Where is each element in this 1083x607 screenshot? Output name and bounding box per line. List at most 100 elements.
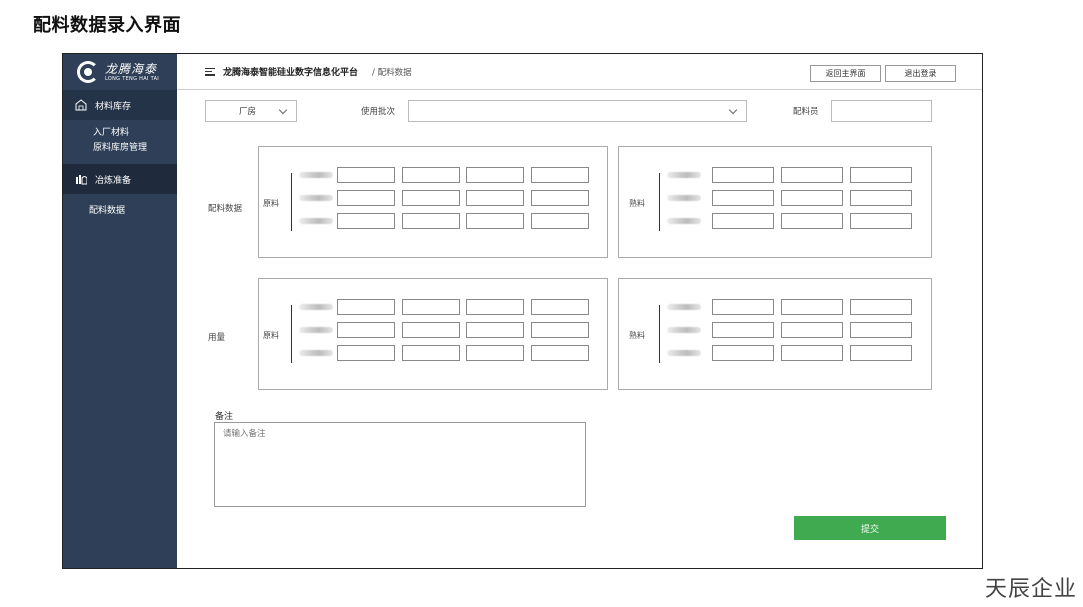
notes-label: 备注 (215, 412, 234, 422)
value-input[interactable] (850, 322, 912, 338)
panel-usage-raw: 原料 (258, 278, 608, 390)
blurred-item-label (299, 172, 333, 178)
value-input[interactable] (781, 299, 843, 315)
value-input[interactable] (712, 345, 774, 361)
back-to-main-button[interactable]: 返回主界面 (810, 65, 881, 82)
value-input[interactable] (781, 190, 843, 206)
blurred-item-label (299, 304, 333, 310)
nav-group-inventory: 材料库存 入厂材料 原料库房管理 (63, 90, 177, 164)
value-input[interactable] (466, 213, 524, 229)
value-input[interactable] (850, 213, 912, 229)
value-input[interactable] (466, 167, 524, 183)
blurred-item-label (299, 218, 333, 224)
chevron-down-icon (728, 105, 738, 115)
operator-input[interactable] (831, 100, 932, 122)
value-input[interactable] (337, 167, 395, 183)
panel-usage-cooked: 熟料 (618, 278, 932, 390)
section-batching-label: 配料数据 (208, 204, 243, 214)
notes-textarea[interactable] (214, 422, 586, 507)
blurred-item-label (667, 350, 701, 356)
panel-batching-raw: 原料 (258, 146, 608, 258)
sidebar-item-batching-data[interactable]: 配料数据 (63, 204, 177, 219)
value-input[interactable] (530, 190, 589, 206)
value-input[interactable] (466, 345, 524, 361)
value-input[interactable] (850, 345, 912, 361)
warehouse-icon (75, 99, 87, 111)
page-caption: 配料数据录入界面 (33, 15, 181, 36)
section-usage-label: 用量 (208, 333, 226, 343)
blurred-item-label (667, 172, 701, 178)
nav-head-inventory-label: 材料库存 (95, 101, 132, 112)
value-input[interactable] (337, 213, 395, 229)
value-input[interactable] (781, 322, 843, 338)
logo-name: 龙腾海泰 (105, 61, 158, 76)
logo-icon (77, 61, 99, 83)
value-input[interactable] (530, 167, 589, 183)
blurred-item-label (299, 327, 333, 333)
logout-button[interactable]: 退出登录 (885, 65, 956, 82)
blurred-item-label (299, 195, 333, 201)
plant-select[interactable]: 厂房 (205, 100, 297, 122)
value-input[interactable] (781, 213, 843, 229)
value-input[interactable] (337, 299, 395, 315)
panel-batching-cooked: 熟料 (618, 146, 932, 258)
value-input[interactable] (401, 322, 460, 338)
value-input[interactable] (466, 322, 524, 338)
value-input[interactable] (850, 190, 912, 206)
value-input[interactable] (850, 299, 912, 315)
nav-head-inventory[interactable]: 材料库存 (63, 90, 177, 120)
value-input[interactable] (530, 213, 589, 229)
blurred-item-label (667, 195, 701, 201)
value-input[interactable] (401, 190, 460, 206)
logo-subtitle: LONG TENG HAI TAI (105, 75, 160, 82)
value-input[interactable] (337, 322, 395, 338)
submit-button[interactable]: 提交 (794, 516, 946, 540)
raw-material-label: 原料 (263, 331, 279, 340)
value-input[interactable] (337, 345, 395, 361)
value-input[interactable] (712, 190, 774, 206)
value-input[interactable] (401, 213, 460, 229)
menu-icon[interactable] (205, 67, 215, 76)
value-input[interactable] (401, 167, 460, 183)
cooked-material-label: 熟料 (629, 331, 645, 340)
chevron-down-icon (278, 105, 288, 115)
value-input[interactable] (401, 345, 460, 361)
value-input[interactable] (712, 299, 774, 315)
operator-label: 配料员 (793, 107, 819, 117)
blurred-item-label (667, 218, 701, 224)
value-input[interactable] (530, 299, 589, 315)
value-input[interactable] (712, 322, 774, 338)
batch-label: 使用批次 (361, 107, 396, 117)
value-input[interactable] (530, 345, 589, 361)
logo: 龙腾海泰 LONG TENG HAI TAI (63, 54, 177, 90)
value-input[interactable] (712, 213, 774, 229)
blurred-item-label (299, 350, 333, 356)
main-content: 厂房 使用批次 配料员 配料数据 用量 原料 熟料 原料 熟料 备注 请输入备注… (177, 90, 982, 568)
sidebar-item-raw-warehouse[interactable]: 原料库房管理 (63, 141, 177, 156)
platform-title: 龙腾海泰智能硅业数字信息化平台 (223, 68, 359, 78)
blurred-item-label (667, 327, 701, 333)
plant-select-value: 厂房 (239, 107, 257, 117)
app-window: 龙腾海泰 LONG TENG HAI TAI 材料库存 入厂材料 原料库房管理 (62, 53, 983, 569)
sidebar: 龙腾海泰 LONG TENG HAI TAI 材料库存 入厂材料 原料库房管理 (63, 54, 177, 568)
value-input[interactable] (466, 190, 524, 206)
sidebar-item-incoming-materials[interactable]: 入厂材料 (63, 126, 177, 141)
nav-head-smelting-label: 冶炼准备 (95, 175, 132, 186)
nav-head-smelting[interactable]: 冶炼准备 (63, 164, 177, 194)
value-input[interactable] (337, 190, 395, 206)
value-input[interactable] (781, 167, 843, 183)
nav-group-smelting: 冶炼准备 配料数据 (63, 164, 177, 219)
value-input[interactable] (850, 167, 912, 183)
value-input[interactable] (401, 299, 460, 315)
header: 龙腾海泰智能硅业数字信息化平台 / 配料数据 返回主界面 退出登录 (177, 54, 982, 90)
batch-select[interactable] (408, 100, 747, 122)
value-input[interactable] (781, 345, 843, 361)
value-input[interactable] (530, 322, 589, 338)
breadcrumb[interactable]: / 配料数据 (372, 66, 412, 78)
raw-material-label: 原料 (263, 199, 279, 208)
blurred-item-label (667, 304, 701, 310)
value-input[interactable] (466, 299, 524, 315)
watermark: 天辰企业 (984, 577, 1077, 602)
cooked-material-label: 熟料 (629, 199, 645, 208)
value-input[interactable] (712, 167, 774, 183)
